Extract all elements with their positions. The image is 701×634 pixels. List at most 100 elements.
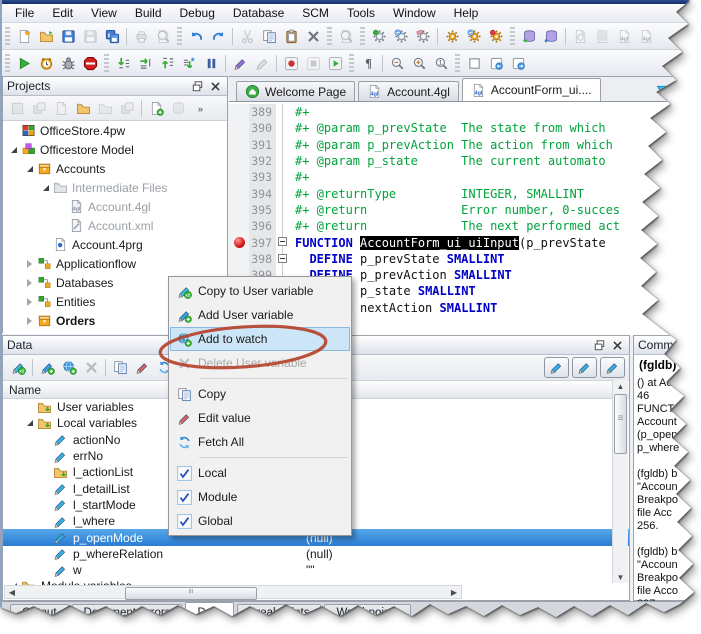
menubar-item-edit[interactable]: Edit xyxy=(43,5,82,21)
frame-next-button[interactable] xyxy=(507,52,529,74)
square-outline-button[interactable] xyxy=(463,52,485,74)
copy-pages-button[interactable] xyxy=(109,357,131,379)
menubar-item-tools[interactable]: Tools xyxy=(338,5,384,21)
breakpoint-dot[interactable] xyxy=(234,237,245,248)
projects-tree-item-officestore-model[interactable]: Officestore Model xyxy=(3,140,227,159)
zoom-one-button[interactable]: 1 xyxy=(430,52,452,74)
menu-item-add-user-variable[interactable]: Add User variable xyxy=(170,303,350,327)
frame-prev-button[interactable] xyxy=(485,52,507,74)
command-output[interactable]: () at Acc46FUNCTIOAccount(p_openp_where … xyxy=(634,373,700,611)
menubar-item-database[interactable]: Database xyxy=(224,5,293,21)
scrollbar-thumb[interactable] xyxy=(614,394,627,454)
menu-item-module[interactable]: Module xyxy=(170,485,350,509)
bottom-tab-output[interactable]: Output xyxy=(10,604,69,622)
folder-orange-button[interactable] xyxy=(72,97,94,119)
editor-tab-accountform-ui[interactable]: 4glAccountForm_ui.... xyxy=(462,78,601,101)
toolbar-grip-handle[interactable] xyxy=(349,54,354,73)
projects-tree-item-account-4prg[interactable]: Account.4prg xyxy=(3,235,227,254)
record-dot-button[interactable] xyxy=(280,52,302,74)
menu-item-fetch-all[interactable]: Fetch All xyxy=(170,430,350,454)
pilcrow-button[interactable]: ¶ xyxy=(357,52,379,74)
delete-x-button[interactable] xyxy=(302,25,324,47)
profile-clock-button[interactable] xyxy=(35,52,57,74)
expander-icon[interactable] xyxy=(23,279,36,287)
expander-icon[interactable] xyxy=(39,185,52,191)
scroll-down-arrow[interactable]: ▼ xyxy=(613,571,628,583)
expander-icon[interactable] xyxy=(23,317,36,325)
step-auto-button[interactable] xyxy=(178,52,200,74)
x2-pencil-button[interactable]: x2 xyxy=(7,357,29,379)
toolbar-grip-handle[interactable] xyxy=(455,54,460,73)
toolbar-grip-handle[interactable] xyxy=(5,54,10,73)
toolbar-grip-handle[interactable] xyxy=(104,54,109,73)
pencil-purple-button[interactable] xyxy=(229,52,251,74)
step-over-button[interactable] xyxy=(134,52,156,74)
menubar-item-view[interactable]: View xyxy=(82,5,126,21)
new-page-button[interactable] xyxy=(13,25,35,47)
menubar-item-debug[interactable]: Debug xyxy=(171,5,224,21)
menubar-item-build[interactable]: Build xyxy=(126,5,171,21)
toolbar-grip-handle[interactable] xyxy=(327,27,332,46)
menubar-item-help[interactable]: Help xyxy=(445,5,488,21)
gear-orange-button[interactable] xyxy=(441,25,463,47)
db-export-button[interactable] xyxy=(540,25,562,47)
checkbox-checked[interactable] xyxy=(177,490,192,505)
expander-icon[interactable] xyxy=(23,166,36,172)
close-panel-button[interactable] xyxy=(609,338,625,352)
variable-scope-toggle-1[interactable] xyxy=(544,357,569,378)
expander-icon[interactable] xyxy=(23,260,36,268)
projects-tree-item-intermediate-files[interactable]: Intermediate Files xyxy=(3,178,227,197)
stop-sign-button[interactable] xyxy=(79,52,101,74)
toolbar-grip-handle[interactable] xyxy=(5,27,10,46)
data-row-w[interactable]: w"" xyxy=(3,562,629,578)
scroll-up-arrow[interactable]: ▲ xyxy=(613,380,628,392)
page-add-button[interactable] xyxy=(145,97,167,119)
gear-orange-stop-button[interactable] xyxy=(485,25,507,47)
save-disk-button[interactable] xyxy=(57,25,79,47)
scroll-right-arrow[interactable]: ▶ xyxy=(447,586,461,598)
checkbox-checked[interactable] xyxy=(177,466,192,481)
expander-icon[interactable] xyxy=(23,420,36,426)
scroll-left-arrow[interactable]: ◀ xyxy=(5,586,19,598)
projects-tree-item-account-xml[interactable]: Account.xml xyxy=(3,216,227,235)
redo-arrow-button[interactable] xyxy=(207,25,229,47)
add-pencil-button[interactable] xyxy=(36,357,58,379)
open-folder-button[interactable] xyxy=(35,25,57,47)
checkbox-checked[interactable] xyxy=(177,514,192,529)
projects-tree-item-applicationflow[interactable]: Applicationflow xyxy=(3,254,227,273)
edit-pencil-red-button[interactable] xyxy=(131,357,153,379)
build-gear-green-button[interactable] xyxy=(368,25,390,47)
bottom-tab-data[interactable]: Data xyxy=(185,602,233,623)
play-box-button[interactable] xyxy=(324,52,346,74)
run-play-button[interactable] xyxy=(13,52,35,74)
build-clean-eraser-button[interactable] xyxy=(412,25,434,47)
paste-clipboard-button[interactable] xyxy=(280,25,302,47)
undo-arrow-button[interactable] xyxy=(185,25,207,47)
toolbar-grip-handle[interactable] xyxy=(177,27,182,46)
step-out-button[interactable] xyxy=(156,52,178,74)
float-panel-button[interactable] xyxy=(189,79,205,93)
menu-item-copy-to-user-variable[interactable]: x2Copy to User variable xyxy=(170,279,350,303)
step-into-button[interactable] xyxy=(112,52,134,74)
bottom-tab-watchpoints[interactable]: Watchpoints xyxy=(324,604,411,622)
fold-toggle[interactable] xyxy=(278,254,287,263)
debug-bug-button[interactable] xyxy=(57,52,79,74)
db-import-button[interactable] xyxy=(518,25,540,47)
expander-icon[interactable] xyxy=(23,298,36,306)
tab-list-dropdown-icon[interactable] xyxy=(654,82,670,98)
variable-scope-toggle-2[interactable] xyxy=(572,357,597,378)
menu-item-global[interactable]: Global xyxy=(170,509,350,533)
menubar-item-scm[interactable]: SCM xyxy=(293,5,338,21)
projects-tree-item-accounts[interactable]: Accounts xyxy=(3,159,227,178)
toolbar-grip-handle[interactable] xyxy=(360,27,365,46)
save-all-disks-button[interactable] xyxy=(101,25,123,47)
toolbar-grip-handle[interactable] xyxy=(510,27,515,46)
menubar-item-file[interactable]: File xyxy=(6,5,43,21)
add-watch-globe-button[interactable] xyxy=(58,357,80,379)
editor-tab-account-4gl[interactable]: 4glAccount.4gl xyxy=(358,81,459,101)
menu-item-edit-value[interactable]: Edit value xyxy=(170,406,350,430)
gear-orange-sync-button[interactable] xyxy=(463,25,485,47)
menu-item-copy[interactable]: Copy xyxy=(170,382,350,406)
fold-toggle[interactable] xyxy=(278,237,287,246)
chevrons-button[interactable]: » xyxy=(189,97,211,119)
